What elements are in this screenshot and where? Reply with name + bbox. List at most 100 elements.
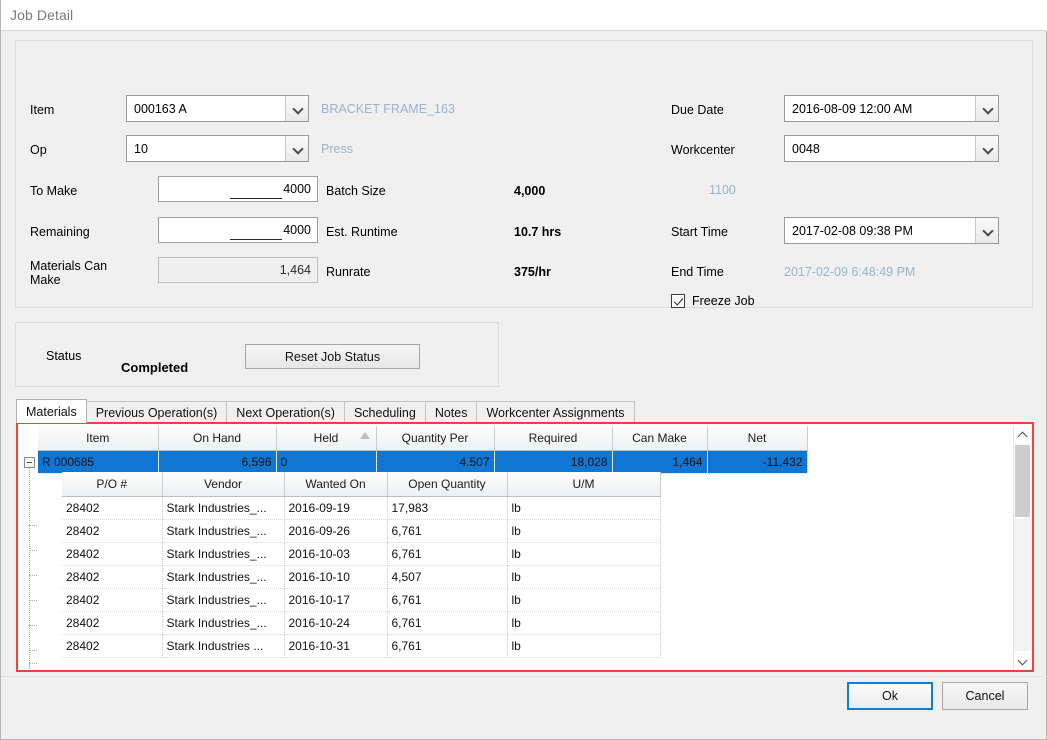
tree-tick bbox=[29, 550, 37, 551]
cell-required: 18,028 bbox=[494, 450, 613, 474]
table-row[interactable]: 28402 Stark Industries ... 2016-10-31 6,… bbox=[62, 634, 661, 658]
materials-grid-viewport[interactable]: Item On Hand Held Quantity Per Required … bbox=[20, 426, 1015, 670]
cell-um: lb bbox=[507, 588, 661, 612]
tab-notes[interactable]: Notes bbox=[424, 401, 478, 423]
table-row[interactable]: 28402 Stark Industries_... 2016-10-24 6,… bbox=[62, 611, 661, 635]
op-combobox-value: 10 bbox=[134, 141, 148, 156]
scrollbar-thumb[interactable] bbox=[1015, 445, 1030, 517]
input-mask-underline bbox=[230, 230, 283, 240]
table-row[interactable]: 28402 Stark Industries_... 2016-10-17 6,… bbox=[62, 588, 661, 612]
est-runtime-value: 10.7 hrs bbox=[514, 225, 562, 239]
cell-vendor: Stark Industries_... bbox=[162, 542, 285, 566]
cell-vendor: Stark Industries_... bbox=[162, 496, 285, 520]
cell-wanted-on: 2016-09-19 bbox=[284, 496, 388, 520]
column-header-item[interactable]: Item bbox=[38, 426, 159, 451]
tree-tick bbox=[29, 575, 37, 576]
cell-open-quantity: 4,507 bbox=[387, 565, 508, 589]
cell-open-quantity: 6,761 bbox=[387, 611, 508, 635]
tab-workcenter-assignments[interactable]: Workcenter Assignments bbox=[476, 401, 635, 423]
tab-next-operations[interactable]: Next Operation(s) bbox=[226, 401, 345, 423]
op-combobox[interactable]: 10 bbox=[126, 135, 309, 162]
table-row[interactable]: 28402 Stark Industries_... 2016-09-19 17… bbox=[62, 496, 661, 520]
cell-vendor: Stark Industries_... bbox=[162, 519, 285, 543]
cell-po-number: 28402 bbox=[62, 588, 163, 612]
subgrid-body: 28402 Stark Industries_... 2016-09-19 17… bbox=[62, 496, 661, 658]
freeze-job-label: Freeze Job bbox=[692, 294, 755, 308]
cell-wanted-on: 2016-10-10 bbox=[284, 565, 388, 589]
to-make-input[interactable]: 4000 bbox=[158, 176, 318, 202]
grid-vertical-scrollbar[interactable] bbox=[1013, 426, 1031, 670]
scroll-up-icon[interactable] bbox=[1014, 426, 1031, 443]
purchase-orders-subgrid[interactable]: P/O # Vendor Wanted On Open Quantity U/M… bbox=[62, 472, 661, 658]
cell-um: lb bbox=[507, 519, 661, 543]
column-header-net[interactable]: Net bbox=[707, 426, 808, 451]
column-header-wanted-on[interactable]: Wanted On bbox=[284, 472, 388, 497]
batch-size-label: Batch Size bbox=[326, 184, 386, 198]
workcenter-value: 0048 bbox=[792, 141, 820, 156]
to-make-label: To Make bbox=[30, 184, 78, 198]
cell-item: R 000685 bbox=[38, 450, 159, 474]
job-detail-form-panel: Item 000163 A BRACKET FRAME_163 Op 10 Pr… bbox=[15, 40, 1033, 308]
scrollbar-track[interactable] bbox=[1014, 519, 1031, 651]
due-date-value: 2016-08-09 12:00 AM bbox=[792, 101, 913, 116]
chevron-down-icon[interactable] bbox=[975, 218, 998, 243]
column-header-can-make[interactable]: Can Make bbox=[612, 426, 708, 451]
chevron-down-icon[interactable] bbox=[285, 96, 308, 121]
column-header-um[interactable]: U/M bbox=[507, 472, 661, 497]
runrate-value: 375/hr bbox=[514, 265, 551, 279]
cell-open-quantity: 6,761 bbox=[387, 588, 508, 612]
window-titlebar: Job Detail bbox=[1, 0, 1047, 31]
tab-strip: Materials Previous Operation(s) Next Ope… bbox=[16, 399, 1032, 423]
op-label: Op bbox=[30, 143, 47, 157]
tab-scheduling[interactable]: Scheduling bbox=[343, 401, 426, 423]
end-time-label: End Time bbox=[671, 265, 724, 279]
cancel-button[interactable]: Cancel bbox=[942, 682, 1028, 710]
cell-um: lb bbox=[507, 542, 661, 566]
column-header-quantity-per[interactable]: Quantity Per bbox=[376, 426, 495, 451]
start-time-picker[interactable]: 2017-02-08 09:38 PM bbox=[784, 217, 999, 244]
cell-po-number: 28402 bbox=[62, 611, 163, 635]
row-expander-toggle[interactable] bbox=[24, 457, 35, 468]
cell-po-number: 28402 bbox=[62, 542, 163, 566]
cell-open-quantity: 6,761 bbox=[387, 519, 508, 543]
table-row[interactable]: 28402 Stark Industries_... 2016-10-10 4,… bbox=[62, 565, 661, 589]
checkbox-check-icon bbox=[671, 294, 685, 308]
table-row[interactable]: 28402 Stark Industries_... 2016-09-26 6,… bbox=[62, 519, 661, 543]
remaining-label: Remaining bbox=[30, 225, 90, 239]
due-date-picker[interactable]: 2016-08-09 12:00 AM bbox=[784, 95, 999, 122]
tree-tick bbox=[29, 525, 37, 526]
chevron-down-icon[interactable] bbox=[975, 96, 998, 121]
window-title: Job Detail bbox=[10, 7, 74, 23]
item-combobox-value: 000163 A bbox=[134, 101, 187, 116]
column-header-vendor[interactable]: Vendor bbox=[162, 472, 285, 497]
freeze-job-checkbox[interactable]: Freeze Job bbox=[671, 294, 755, 308]
start-time-label: Start Time bbox=[671, 225, 728, 239]
tab-materials[interactable]: Materials bbox=[16, 399, 87, 423]
due-date-label: Due Date bbox=[671, 103, 724, 117]
column-header-po-number[interactable]: P/O # bbox=[62, 472, 163, 497]
column-header-required[interactable]: Required bbox=[494, 426, 613, 451]
workcenter-combobox[interactable]: 0048 bbox=[784, 135, 999, 162]
reset-job-status-button[interactable]: Reset Job Status bbox=[245, 344, 420, 369]
scroll-down-icon[interactable] bbox=[1014, 653, 1031, 670]
cell-open-quantity: 6,761 bbox=[387, 634, 508, 658]
ok-button[interactable]: Ok bbox=[847, 682, 933, 710]
table-row[interactable]: R 000685 6,596 0 4.507 18,028 1,464 -11,… bbox=[38, 450, 808, 474]
status-panel: Status Completed Reset Job Status bbox=[15, 322, 499, 387]
materials-grid-container: Item On Hand Held Quantity Per Required … bbox=[16, 422, 1034, 672]
batch-size-value: 4,000 bbox=[514, 184, 546, 198]
materials-grid[interactable]: Item On Hand Held Quantity Per Required … bbox=[38, 426, 808, 474]
column-header-on-hand[interactable]: On Hand bbox=[158, 426, 277, 451]
cell-wanted-on: 2016-09-26 bbox=[284, 519, 388, 543]
remaining-input[interactable]: 4000 bbox=[158, 217, 318, 243]
end-time-value: 2017-02-09 6:48:49 PM bbox=[784, 265, 916, 279]
table-row[interactable]: 28402 Stark Industries_... 2016-10-03 6,… bbox=[62, 542, 661, 566]
tab-previous-operations[interactable]: Previous Operation(s) bbox=[85, 401, 228, 423]
column-header-open-quantity[interactable]: Open Quantity bbox=[387, 472, 508, 497]
item-combobox[interactable]: 000163 A bbox=[126, 95, 309, 122]
chevron-down-icon[interactable] bbox=[285, 136, 308, 161]
column-header-held[interactable]: Held bbox=[276, 426, 377, 451]
chevron-down-icon[interactable] bbox=[975, 136, 998, 161]
status-label: Status bbox=[46, 349, 82, 363]
materials-can-make-label: Materials Can Make bbox=[30, 259, 108, 287]
